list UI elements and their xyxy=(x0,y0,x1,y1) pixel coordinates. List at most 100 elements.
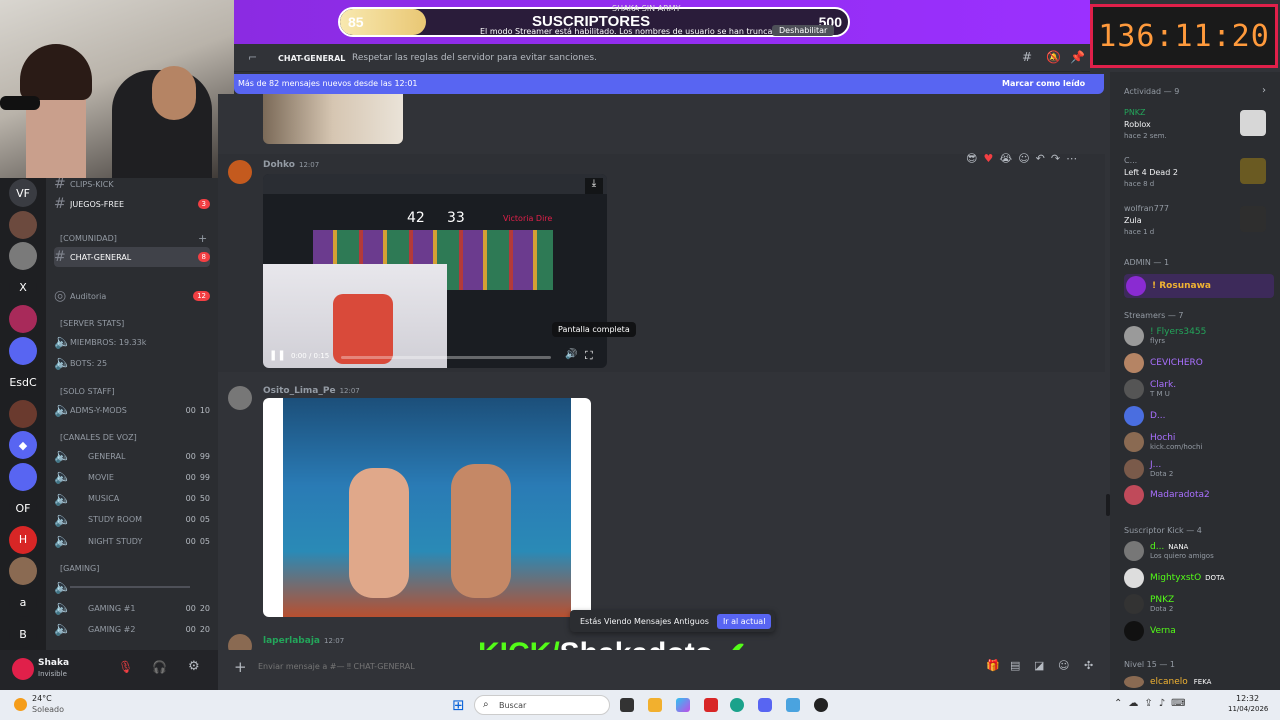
gift-icon[interactable]: 🎁 xyxy=(986,659,1000,672)
category-stats[interactable]: [SERVER STATS] xyxy=(60,319,124,328)
threads-icon[interactable]: # xyxy=(1022,50,1032,64)
voice-channel[interactable]: 🔈 STUDY ROOM 00 05 xyxy=(54,510,210,530)
app-red-icon[interactable] xyxy=(704,698,718,712)
react-heart-icon[interactable]: ♥ xyxy=(983,152,993,170)
category-staff[interactable]: [SOLO STAFF] xyxy=(60,387,115,396)
download-icon[interactable]: ⤓ xyxy=(585,178,603,194)
server-icon[interactable] xyxy=(9,557,37,585)
tray-icons[interactable]: ⌃☁⇪♪⌨ xyxy=(1114,698,1192,709)
member-streamer[interactable]: Madaradota2 xyxy=(1124,485,1210,505)
pause-button[interactable]: ❚❚ xyxy=(269,350,286,361)
category-gaming[interactable]: [GAMING] xyxy=(60,564,99,573)
more-icon[interactable]: ⋯ xyxy=(1066,152,1077,170)
activity-item[interactable]: wolfran777 Zula hace 1 d xyxy=(1124,204,1270,244)
voice-channel-gaming[interactable]: 🔈 GAMING #2 00 20 xyxy=(54,619,210,639)
mute-icon[interactable]: 🔕 xyxy=(1046,50,1061,64)
reply-icon[interactable]: ↶ xyxy=(1036,152,1045,170)
server-icon[interactable]: OF xyxy=(9,494,37,522)
activity-chevron-icon[interactable]: › xyxy=(1262,85,1266,96)
mark-read-button[interactable]: Marcar como leído xyxy=(1002,79,1085,88)
explorer-icon[interactable] xyxy=(648,698,662,712)
volume-icon[interactable]: 🔊 xyxy=(565,349,577,360)
server-icon[interactable]: EsdC xyxy=(9,368,37,396)
react-pog-icon[interactable]: 😎 xyxy=(966,152,977,170)
member-level[interactable]: elcanelo FEKA xyxy=(1124,676,1211,688)
server-icon[interactable] xyxy=(9,305,37,333)
channel-clips[interactable]: # CLIPS-KICK xyxy=(54,178,210,194)
attach-icon[interactable]: + xyxy=(234,658,247,676)
search-box[interactable]: ⌕ Buscar xyxy=(474,695,610,715)
member-kick-sub[interactable]: Verna xyxy=(1124,620,1176,641)
voice-channel[interactable]: 🔈 GENERAL 00 99 xyxy=(54,446,210,466)
member-kick-sub[interactable]: d... NANA Los quiero amigos xyxy=(1124,541,1214,561)
member-streamer[interactable]: Clark. T M U xyxy=(1124,379,1176,399)
voice-empty[interactable]: 🔈 xyxy=(54,577,210,597)
voice-channel[interactable]: 🔈 NIGHT STUDY 00 05 xyxy=(54,531,210,551)
member-kick-sub[interactable]: MightyxstO DOTA xyxy=(1124,567,1225,588)
voice-channel[interactable]: 🔈 MUSICA 00 50 xyxy=(54,489,210,509)
new-messages-bar[interactable]: Más de 82 mensajes nuevos desde las 12:0… xyxy=(234,74,1104,94)
user-avatar[interactable] xyxy=(12,658,34,680)
notepad-icon[interactable] xyxy=(786,698,800,712)
pin-icon[interactable]: 📌 xyxy=(1070,50,1085,64)
member-streamer[interactable]: D... xyxy=(1124,405,1166,426)
server-icon[interactable]: VF xyxy=(9,179,37,207)
channel-juegos[interactable]: # JUEGOS-FREE 3 xyxy=(54,194,210,214)
author-avatar[interactable] xyxy=(228,386,252,410)
author-name[interactable]: Osito_Lima_Pe 12:07 xyxy=(263,386,360,396)
aquarium-image[interactable] xyxy=(263,398,591,617)
member-streamer[interactable]: Hochi kick.com/hochi xyxy=(1124,432,1202,452)
apps-icon[interactable]: ✣ xyxy=(1084,659,1093,672)
category-comunidad[interactable]: [COMUNIDAD] xyxy=(60,234,117,243)
author-avatar[interactable] xyxy=(228,160,252,184)
copilot-icon[interactable] xyxy=(676,698,690,712)
gif-icon[interactable]: ▤ xyxy=(1010,659,1020,672)
category-voz[interactable]: [CANALES DE VOZ] xyxy=(60,433,137,442)
voice-channel-gaming[interactable]: 🔈 GAMING #1 00 20 xyxy=(54,598,210,618)
fullscreen-icon[interactable]: ⛶ xyxy=(585,349,593,363)
mic-muted-icon[interactable]: 🎙 xyxy=(118,660,133,674)
member-kick-sub[interactable]: PNKZ Dota 2 xyxy=(1124,594,1174,614)
server-icon[interactable] xyxy=(9,399,37,428)
edge-icon[interactable] xyxy=(730,698,744,712)
author-name[interactable]: laperlabaja 12:07 xyxy=(263,636,344,646)
voice-channel[interactable]: 🔈 MOVIE 00 99 xyxy=(54,467,210,487)
forward-icon[interactable]: ↷ xyxy=(1051,152,1060,170)
server-icon[interactable]: a xyxy=(9,588,37,617)
windows-start-icon[interactable]: ⊞ xyxy=(452,696,465,714)
jump-present-button[interactable]: Ir al actual xyxy=(716,613,772,629)
server-icon[interactable] xyxy=(9,242,37,270)
emoji-icon[interactable]: ☺ xyxy=(1058,659,1069,672)
deafen-icon[interactable]: 🎧 xyxy=(152,660,167,674)
react-cry-icon[interactable]: 😭 xyxy=(999,152,1012,170)
disable-streamer-button[interactable]: Deshabilitar xyxy=(772,25,835,36)
member-streamer[interactable]: J... Dota 2 xyxy=(1124,458,1173,479)
seek-bar[interactable] xyxy=(341,356,551,359)
activity-item[interactable]: PNKZ Roblox hace 2 sem. xyxy=(1124,108,1270,148)
server-icon[interactable] xyxy=(9,462,37,491)
channel-auditoria[interactable]: ◎ Auditoria 12 xyxy=(54,286,210,306)
channel-chat-general[interactable]: # CHAT-GENERAL 8 xyxy=(54,247,210,267)
member-streamer[interactable]: CEVICHERO xyxy=(1124,352,1203,373)
member-streamer[interactable]: ! Flyers3455 flyrs xyxy=(1124,326,1206,346)
obs-icon[interactable] xyxy=(814,698,828,712)
server-icon[interactable]: H xyxy=(9,525,37,554)
server-icon[interactable]: B xyxy=(9,620,37,648)
discord-taskbar-icon[interactable] xyxy=(758,698,772,712)
settings-icon[interactable]: ⚙ xyxy=(188,659,200,674)
add-reaction-icon[interactable]: ☺ xyxy=(1018,152,1029,170)
add-channel-icon[interactable]: + xyxy=(198,232,207,245)
avatar xyxy=(1126,276,1146,296)
server-icon[interactable]: ◆ xyxy=(9,431,37,459)
server-icon[interactable] xyxy=(9,210,37,239)
activity-item[interactable]: C... Left 4 Dead 2 hace 8 d xyxy=(1124,156,1270,196)
server-icon[interactable]: X xyxy=(9,273,37,302)
voice-adms[interactable]: 🔈 ADMS-Y-MODS 00 10 xyxy=(54,400,210,420)
message-input[interactable] xyxy=(258,659,478,673)
sticker-icon[interactable]: ◪ xyxy=(1034,659,1044,672)
video-player[interactable]: 42 33 Victoria Dire ⤓ ❚❚ 0:00 / 0:15 🔊 ⛶ xyxy=(263,174,607,368)
server-icon[interactable] xyxy=(9,336,37,365)
author-name[interactable]: Dohko 12:07 xyxy=(263,160,319,170)
member-admin[interactable]: ! Rosunawa xyxy=(1124,274,1274,298)
taskview-icon[interactable] xyxy=(620,698,634,712)
